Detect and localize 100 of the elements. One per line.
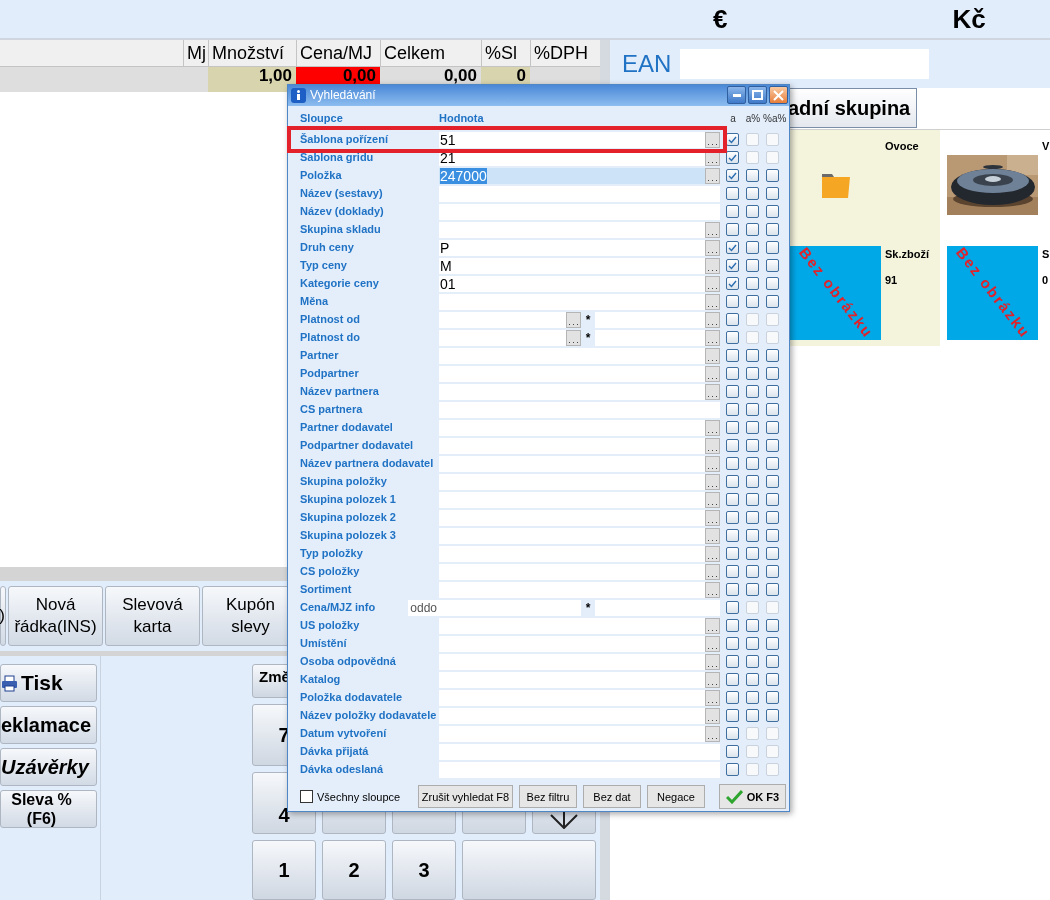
checkbox[interactable] [766,223,779,237]
checkbox[interactable] [746,349,759,363]
input-field[interactable] [595,599,720,616]
checkbox[interactable] [746,169,759,183]
checkbox[interactable] [766,277,779,291]
checkbox[interactable] [746,673,759,687]
checkbox[interactable] [726,763,739,777]
checkbox[interactable] [766,709,779,723]
input-field[interactable] [439,221,705,238]
checkbox[interactable] [726,475,739,489]
input-field[interactable] [439,581,705,598]
side-button[interactable]: Tisk [0,664,97,702]
key-button[interactable]: 1 [252,840,316,900]
checkbox[interactable] [726,187,739,201]
checkbox[interactable] [746,511,759,525]
checkbox[interactable] [766,511,779,525]
checkbox[interactable] [746,619,759,633]
checkbox[interactable] [726,421,739,435]
input-field[interactable] [439,203,720,220]
checkbox[interactable] [746,655,759,669]
input-field[interactable] [439,509,705,526]
input-field[interactable] [439,329,566,346]
checkbox[interactable] [746,205,759,219]
dialog-button[interactable]: Negace [647,785,705,809]
maximize-button[interactable] [748,86,767,105]
input-field[interactable]: 01 [439,275,705,292]
checkbox[interactable] [766,421,779,435]
checkbox[interactable] [746,295,759,309]
checkbox[interactable] [766,457,779,471]
input-field[interactable] [439,365,705,382]
checkbox[interactable] [726,637,739,651]
input-field[interactable] [439,401,720,418]
checkbox[interactable] [746,547,759,561]
checkbox[interactable] [726,241,739,255]
checkbox[interactable] [766,403,779,417]
checkbox[interactable] [726,673,739,687]
checkbox[interactable] [726,205,739,219]
input-field[interactable] [439,761,720,778]
checkbox[interactable] [726,583,739,597]
checkbox[interactable] [726,223,739,237]
checkbox[interactable] [726,385,739,399]
checkbox[interactable] [766,295,779,309]
checkbox[interactable] [766,691,779,705]
checkbox[interactable] [766,655,779,669]
ean-field[interactable] [680,49,930,79]
checkbox[interactable] [726,745,739,759]
checkbox[interactable] [746,583,759,597]
checkbox[interactable] [726,457,739,471]
checkbox[interactable] [766,367,779,381]
input-field[interactable] [439,671,705,688]
input-field[interactable] [439,635,705,652]
checkbox[interactable] [766,619,779,633]
checkbox[interactable] [746,529,759,543]
dialog-button[interactable]: Bez dat [583,785,641,809]
checkbox[interactable] [726,439,739,453]
input-field[interactable] [439,743,720,760]
checkbox[interactable] [746,457,759,471]
checkbox[interactable] [746,475,759,489]
checkbox[interactable] [746,421,759,435]
input-field[interactable] [595,311,705,328]
checkbox[interactable] [766,385,779,399]
input-field[interactable] [439,437,705,454]
input-field[interactable]: P [439,239,705,256]
checkbox[interactable] [726,655,739,669]
checkbox[interactable] [726,619,739,633]
checkbox[interactable] [726,691,739,705]
checkbox[interactable] [726,295,739,309]
checkbox[interactable] [746,367,759,381]
checkbox[interactable] [726,601,739,615]
input-field[interactable] [439,491,705,508]
input-field[interactable] [439,473,705,490]
input-field[interactable]: 51 [439,131,705,148]
checkbox[interactable] [746,439,759,453]
checkbox[interactable] [746,385,759,399]
input-field[interactable] [439,707,705,724]
checkbox[interactable] [300,790,313,804]
input-field[interactable] [439,347,705,364]
key-button[interactable]: 3 [392,840,456,900]
checkbox[interactable] [726,151,739,165]
checkbox[interactable] [746,187,759,201]
checkbox[interactable] [746,223,759,237]
checkbox[interactable] [726,493,739,507]
checkbox[interactable] [766,349,779,363]
checkbox[interactable] [746,403,759,417]
side-button[interactable]: Uzávěrky [0,748,97,786]
ok-button[interactable]: OK F3 [719,784,786,810]
checkbox[interactable] [746,691,759,705]
checkbox[interactable] [746,709,759,723]
input-field[interactable] [595,329,705,346]
checkbox[interactable] [766,241,779,255]
checkbox[interactable] [766,637,779,651]
checkbox[interactable] [726,403,739,417]
checkbox[interactable] [726,529,739,543]
input-field[interactable] [439,653,705,670]
key-button[interactable]: 2 [322,840,386,900]
checkbox[interactable] [766,259,779,273]
minimize-button[interactable] [727,86,746,105]
checkbox[interactable] [726,259,739,273]
input-field[interactable] [439,419,705,436]
input-field[interactable] [439,527,705,544]
